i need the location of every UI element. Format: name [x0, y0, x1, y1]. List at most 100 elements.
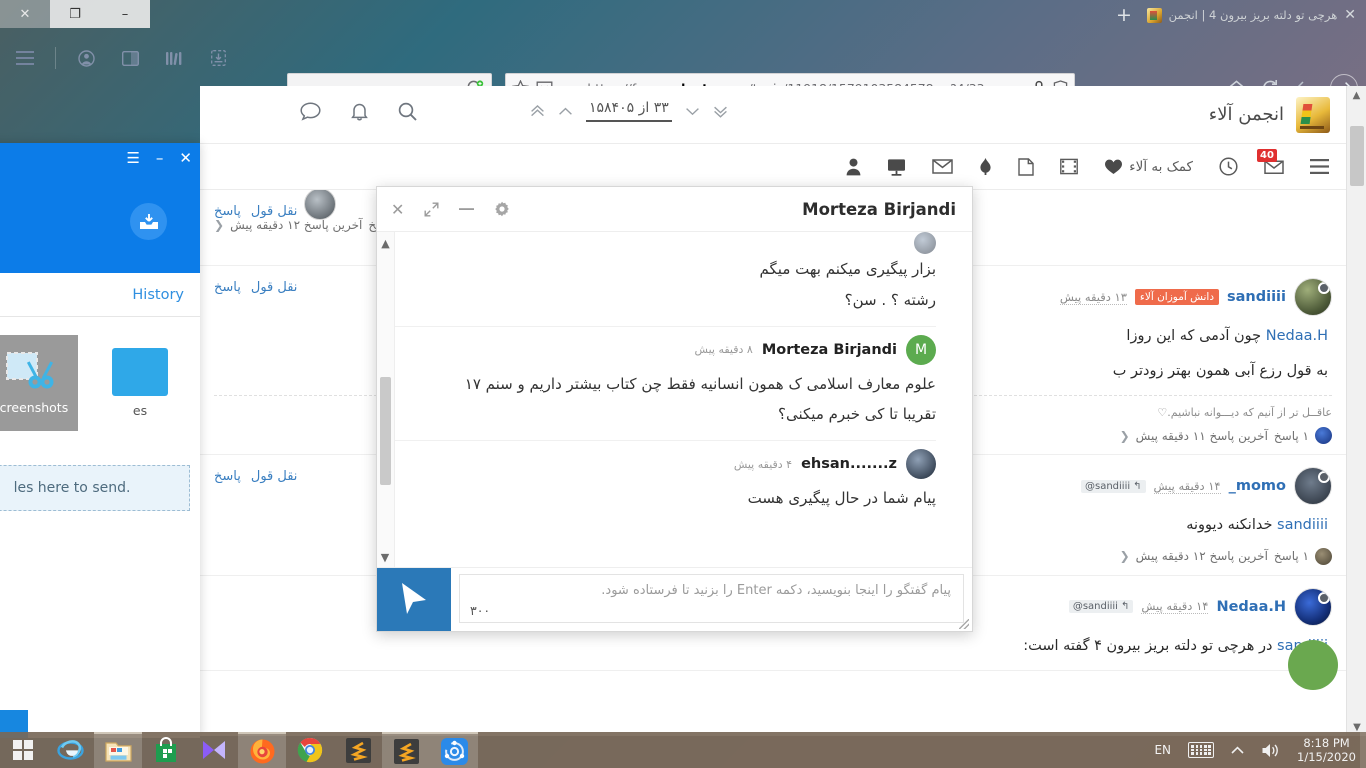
chat-input-placeholder: پیام گفتگو را اینجا بنویسید، دکمه Enter … — [460, 575, 963, 598]
reply-button[interactable]: پاسخ — [214, 280, 241, 295]
download-icon[interactable] — [130, 203, 167, 240]
avatar[interactable] — [1294, 588, 1332, 626]
nav-item-messages[interactable] — [919, 145, 966, 189]
close-window-button[interactable]: ✕ — [0, 0, 50, 28]
close-icon[interactable]: ✕ — [179, 149, 192, 167]
nav-item-menu[interactable] — [1297, 145, 1342, 189]
scroll-to-top-icon[interactable] — [530, 105, 545, 118]
forum-brand[interactable]: انجمن آلاء — [1209, 97, 1346, 133]
library-icon[interactable] — [157, 41, 191, 75]
scroll-up-arrow-icon[interactable]: ▲ — [1347, 86, 1366, 104]
volume-icon[interactable] — [1261, 742, 1280, 759]
taskbar-sublime-text-2[interactable] — [382, 732, 430, 768]
taskbar-microsoft-store[interactable] — [142, 732, 190, 768]
taskbar-shareit[interactable] — [430, 732, 478, 768]
chevron-left-icon[interactable]: ❮ — [214, 218, 224, 232]
quote-button[interactable]: نقل قول — [251, 469, 298, 484]
new-tab-button[interactable]: + — [1113, 6, 1135, 26]
nav-item-recent[interactable] — [1206, 145, 1251, 189]
taskbar-sublime-text-1[interactable] — [334, 732, 382, 768]
chat-bubble-icon[interactable] — [300, 102, 321, 121]
menu-icon[interactable]: ☰ — [126, 149, 139, 167]
restore-window-button[interactable]: ❐ — [50, 0, 100, 28]
send-button[interactable] — [377, 568, 451, 631]
avatar[interactable] — [906, 449, 936, 479]
taskbar-file-explorer[interactable] — [94, 732, 142, 768]
page-scrollbar[interactable]: ▲ ▼ — [1346, 86, 1366, 736]
nav-item-popular[interactable] — [966, 145, 1005, 189]
clock[interactable]: 8:18 PM 1/15/2020 — [1297, 736, 1356, 765]
minimize-icon[interactable]: – — [156, 149, 164, 167]
chat-message-author[interactable]: Morteza Birjandi — [762, 342, 897, 358]
account-icon[interactable] — [69, 41, 103, 75]
nav-item-profile[interactable] — [833, 145, 874, 189]
post-author[interactable]: Nedaa.H — [1216, 599, 1286, 615]
tile-files[interactable]: es — [92, 335, 188, 431]
expand-icon[interactable] — [424, 202, 439, 217]
scroll-up-icon[interactable] — [558, 107, 573, 116]
nav-item-donate[interactable]: کمک به آلاء — [1091, 145, 1206, 189]
scrollbar-thumb[interactable] — [1350, 126, 1364, 186]
pagination-counter[interactable]: ۳۳ از ۱۵۸۴۰۵ — [586, 100, 672, 122]
nav-item-articles[interactable] — [1005, 145, 1047, 189]
scroll-down-icon[interactable] — [685, 107, 700, 116]
quote-button[interactable]: نقل قول — [251, 280, 298, 295]
close-tab-icon[interactable]: ✕ — [1344, 7, 1356, 23]
tile-screenshots[interactable]: Screenshots — [0, 335, 78, 431]
new-post-fab-button[interactable] — [1288, 640, 1338, 690]
show-desktop-button[interactable] — [1360, 732, 1366, 768]
keyboard-icon[interactable] — [1188, 742, 1214, 758]
language-indicator[interactable]: EN — [1154, 743, 1171, 757]
nav-item-inbox[interactable]: 40 — [1251, 145, 1297, 189]
scrollbar-thumb[interactable] — [380, 377, 391, 485]
start-button[interactable] — [0, 732, 46, 768]
reply-arrow-icon: ↰ — [1121, 601, 1129, 612]
chat-scrollbar[interactable]: ▲ ▼ — [377, 232, 395, 568]
nav-item-groups[interactable] — [874, 145, 919, 189]
mention[interactable]: sandiiii — [1277, 517, 1328, 533]
browser-tab[interactable]: ✕ هرچی تو دلته بریز بیرون 4 | انجمن — [1137, 0, 1366, 30]
chat-message-list: بزار پیگیری میکنم بهت میگم رشته ؟ . سن؟ … — [377, 232, 954, 524]
close-icon[interactable]: ✕ — [391, 200, 404, 219]
taskbar-internet-explorer[interactable] — [46, 732, 94, 768]
gear-icon[interactable] — [494, 201, 510, 217]
post-author[interactable]: momo_ — [1229, 478, 1286, 494]
taskbar-chrome[interactable] — [286, 732, 334, 768]
chat-input[interactable]: پیام گفتگو را اینجا بنویسید، دکمه Enter … — [459, 574, 964, 623]
reply-to-tag[interactable]: ↰ sandiiii@ — [1081, 480, 1146, 493]
avatar[interactable] — [1294, 278, 1332, 316]
show-hidden-icons-icon[interactable] — [1231, 746, 1244, 755]
mention[interactable]: Nedaa.H — [1266, 328, 1328, 344]
chat-message-author[interactable]: ehsan.......z — [801, 456, 897, 472]
avatar[interactable] — [914, 232, 936, 254]
minimize-window-button[interactable]: – — [100, 0, 150, 28]
post-author[interactable]: sandiiii — [1227, 289, 1286, 305]
chat-window-controls: ✕ — [391, 200, 510, 219]
sidebar-toggle-icon[interactable] — [8, 41, 42, 75]
scroll-down-arrow-icon[interactable]: ▼ — [377, 546, 394, 568]
notifications-bell-icon[interactable] — [351, 102, 368, 121]
last-reply-time: آخرین پاسخ ۱۲ دقیقه پیش — [230, 218, 362, 232]
scroll-to-bottom-icon[interactable] — [713, 105, 728, 118]
reply-button[interactable]: پاسخ — [214, 469, 241, 484]
reader-view-icon[interactable] — [113, 41, 147, 75]
reply-to-tag[interactable]: ↰ sandiiii@ — [1069, 600, 1134, 613]
chevron-left-icon[interactable]: ❮ — [1120, 549, 1130, 563]
avatar[interactable]: M — [906, 335, 936, 365]
nav-item-videos[interactable] — [1047, 145, 1091, 189]
search-icon-forum[interactable] — [398, 102, 417, 121]
reply-count[interactable]: ۱ پاسخ — [1274, 429, 1309, 443]
resize-grip[interactable] — [959, 619, 969, 629]
screenshot-icon[interactable] — [201, 41, 235, 75]
taskbar-movies-tv[interactable] — [190, 732, 238, 768]
taskbar-firefox[interactable] — [238, 732, 286, 768]
minimize-icon[interactable] — [459, 207, 474, 211]
post-time[interactable]: ۱۴ دقیقه پیش — [1154, 479, 1221, 494]
chevron-left-icon[interactable]: ❮ — [1120, 429, 1130, 443]
post-time[interactable]: ۱۴ دقیقه پیش — [1141, 599, 1208, 614]
reply-count[interactable]: ۱ پاسخ — [1274, 549, 1309, 563]
avatar[interactable] — [1294, 467, 1332, 505]
drop-zone[interactable]: les here to send. — [0, 465, 190, 511]
tab-history[interactable]: History — [132, 287, 184, 303]
post-time[interactable]: ۱۳ دقیقه پیش — [1060, 290, 1127, 305]
